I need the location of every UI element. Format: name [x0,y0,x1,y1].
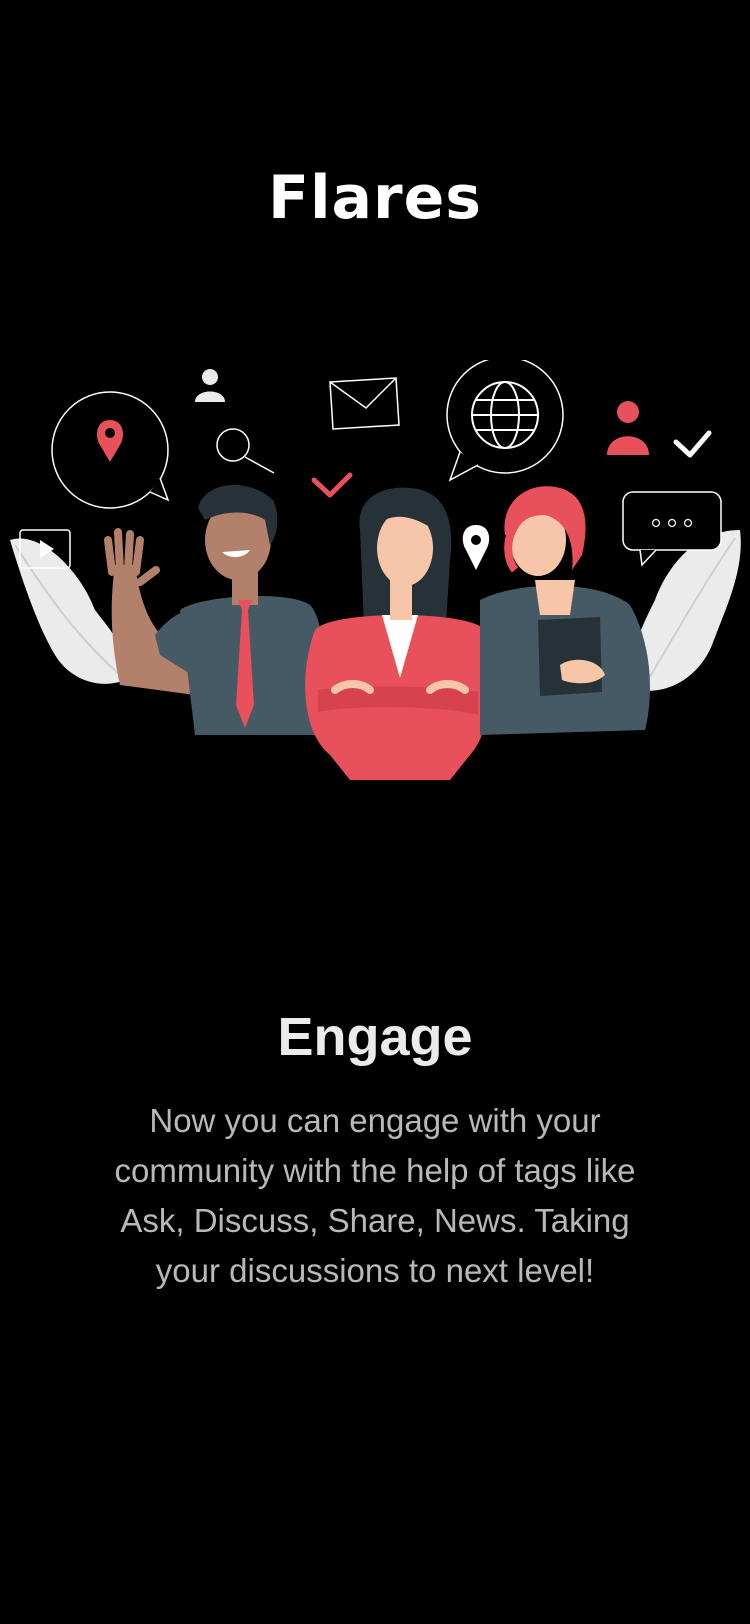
globe-icon [446,360,564,482]
checkmark-white-icon [673,430,712,458]
onboarding-illustration [0,360,750,800]
small-location-pin-icon [462,525,490,570]
person-man-waving [104,485,325,735]
onboarding-description: Now you can engage with your community w… [114,1102,636,1289]
app-title: Flares [267,163,483,233]
person-woman-center [305,487,491,780]
envelope-icon [329,377,400,430]
location-pin-icon [51,391,170,509]
search-icon [216,428,275,474]
onboarding-heading: Engage [277,1007,473,1067]
checkmark-icon [311,472,353,498]
user-icon [195,369,225,402]
user-accent-icon [607,401,649,455]
